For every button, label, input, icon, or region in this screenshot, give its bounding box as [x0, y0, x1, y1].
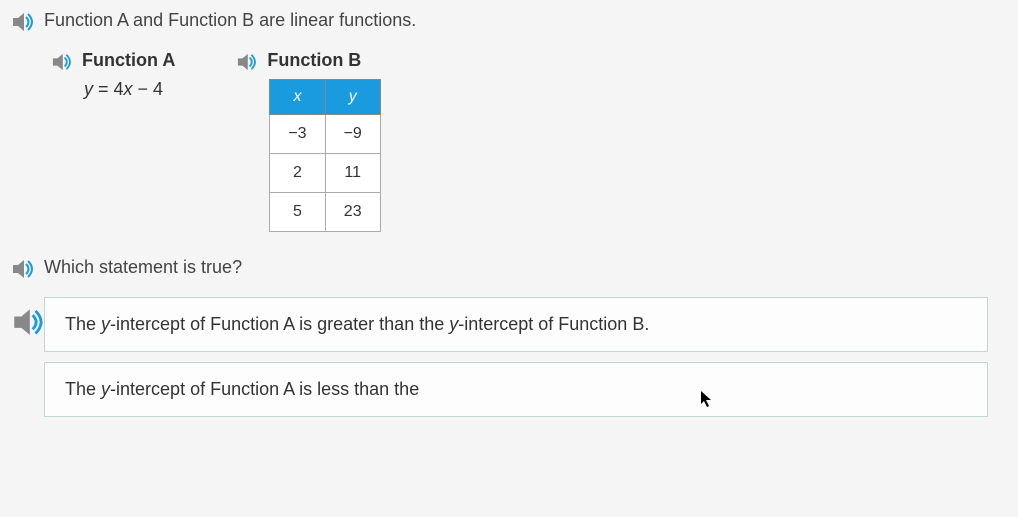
- table-header-y: y: [325, 80, 380, 115]
- function-a-title: Function A: [82, 50, 175, 71]
- table-header-x: x: [270, 80, 325, 115]
- speaker-icon[interactable]: [10, 259, 34, 279]
- function-b-title: Function B: [267, 50, 361, 71]
- speaker-icon[interactable]: [10, 323, 44, 340]
- table-row: 2 11: [270, 154, 381, 193]
- table-row: −3 −9: [270, 115, 381, 154]
- function-b-table: x y −3 −9 2 11 5 23: [269, 79, 381, 232]
- choice-a[interactable]: The y-intercept of Function A is greater…: [44, 297, 988, 352]
- speaker-icon[interactable]: [235, 53, 257, 71]
- table-row: 5 23: [270, 193, 381, 232]
- function-a-equation: y = 4x − 4: [84, 79, 175, 100]
- function-b-block: Function B x y −3 −9 2 11 5: [235, 50, 381, 232]
- speaker-icon[interactable]: [10, 12, 34, 32]
- intro-text: Function A and Function B are linear fun…: [44, 10, 416, 31]
- choice-b[interactable]: The y-intercept of Function A is less th…: [44, 362, 988, 417]
- question-text: Which statement is true?: [44, 257, 242, 278]
- function-a-block: Function A y = 4x − 4: [50, 50, 175, 100]
- speaker-icon[interactable]: [50, 53, 72, 71]
